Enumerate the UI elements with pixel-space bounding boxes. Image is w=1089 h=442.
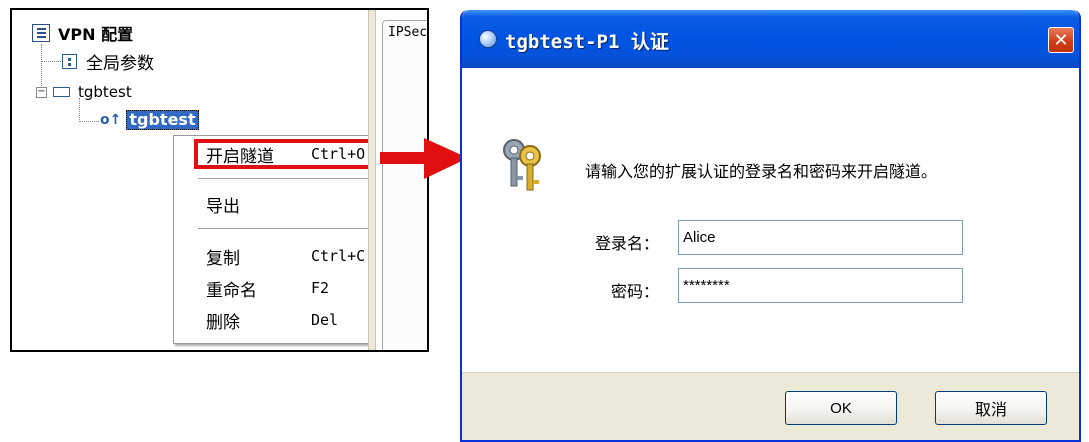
collapse-toggle-icon[interactable]: − — [36, 86, 47, 98]
dialog-button-bar: OK 取消 — [462, 372, 1079, 440]
tree-item-gateway[interactable]: − tgbtest — [36, 81, 132, 103]
list-icon — [32, 24, 50, 42]
tree-item-label-selected: tgbtest — [126, 110, 199, 130]
menu-item-label: 删除 — [206, 312, 240, 333]
arrow-shaft — [380, 152, 424, 164]
password-input[interactable] — [678, 268, 963, 303]
settings-box-icon — [62, 53, 77, 69]
tree-item-label: VPN 配置 — [58, 25, 134, 44]
ok-button[interactable]: OK — [785, 391, 897, 425]
dialog-message: 请输入您的扩展认证的登录名和密码来开启隧道。 — [585, 162, 938, 181]
menu-item-label: 导出 — [206, 196, 240, 217]
username-label: 登录名： — [594, 234, 659, 253]
menu-item-label: 重命名 — [206, 280, 257, 301]
vpn-config-panel: VPN 配置 全局参数 − tgbtest o↑ tgbtest 开启隧道 Ct… — [10, 8, 429, 352]
tree-connector — [41, 61, 61, 62]
dialog-title-bar[interactable]: tgbtest-P1 认证 ✕ — [462, 10, 1079, 68]
tab-ipsec[interactable]: IPSec — [382, 20, 427, 350]
tree-item-global-params[interactable]: 全局参数 — [62, 50, 154, 74]
tree-item-label: tgbtest — [78, 83, 132, 101]
app-globe-icon — [479, 30, 497, 48]
pane-splitter[interactable] — [368, 10, 376, 350]
menu-item-label: 复制 — [206, 248, 240, 269]
password-label: 密码： — [610, 282, 659, 301]
dialog-body: 请输入您的扩展认证的登录名和密码来开启隧道。 登录名： 密码： — [462, 68, 1079, 372]
gateway-rect-icon — [53, 87, 70, 97]
cancel-button[interactable]: 取消 — [935, 391, 1047, 425]
menu-item-shortcut: Del — [311, 311, 339, 329]
highlight-box — [194, 139, 384, 169]
tree-item-vpn-config[interactable]: VPN 配置 — [32, 22, 133, 44]
dialog-title: tgbtest-P1 认证 — [505, 31, 669, 53]
auth-dialog: tgbtest-P1 认证 ✕ 请输入您的扩展认证的登录名和密码来开启隧道。 登… — [460, 10, 1081, 442]
keys-icon — [503, 139, 541, 191]
tree-item-label: 全局参数 — [86, 53, 154, 74]
close-button[interactable]: ✕ — [1048, 27, 1074, 53]
vpn-tree-pane: VPN 配置 全局参数 − tgbtest o↑ tgbtest 开启隧道 Ct… — [12, 10, 412, 350]
tunnel-icon: o↑ — [100, 112, 122, 128]
menu-item-shortcut: F2 — [311, 279, 330, 297]
menu-item-shortcut: Ctrl+C — [311, 247, 366, 265]
red-arrow-icon — [380, 138, 468, 179]
tree-item-tunnel[interactable]: o↑ tgbtest — [100, 109, 199, 131]
username-input[interactable] — [678, 220, 963, 255]
tree-connector — [79, 121, 99, 122]
